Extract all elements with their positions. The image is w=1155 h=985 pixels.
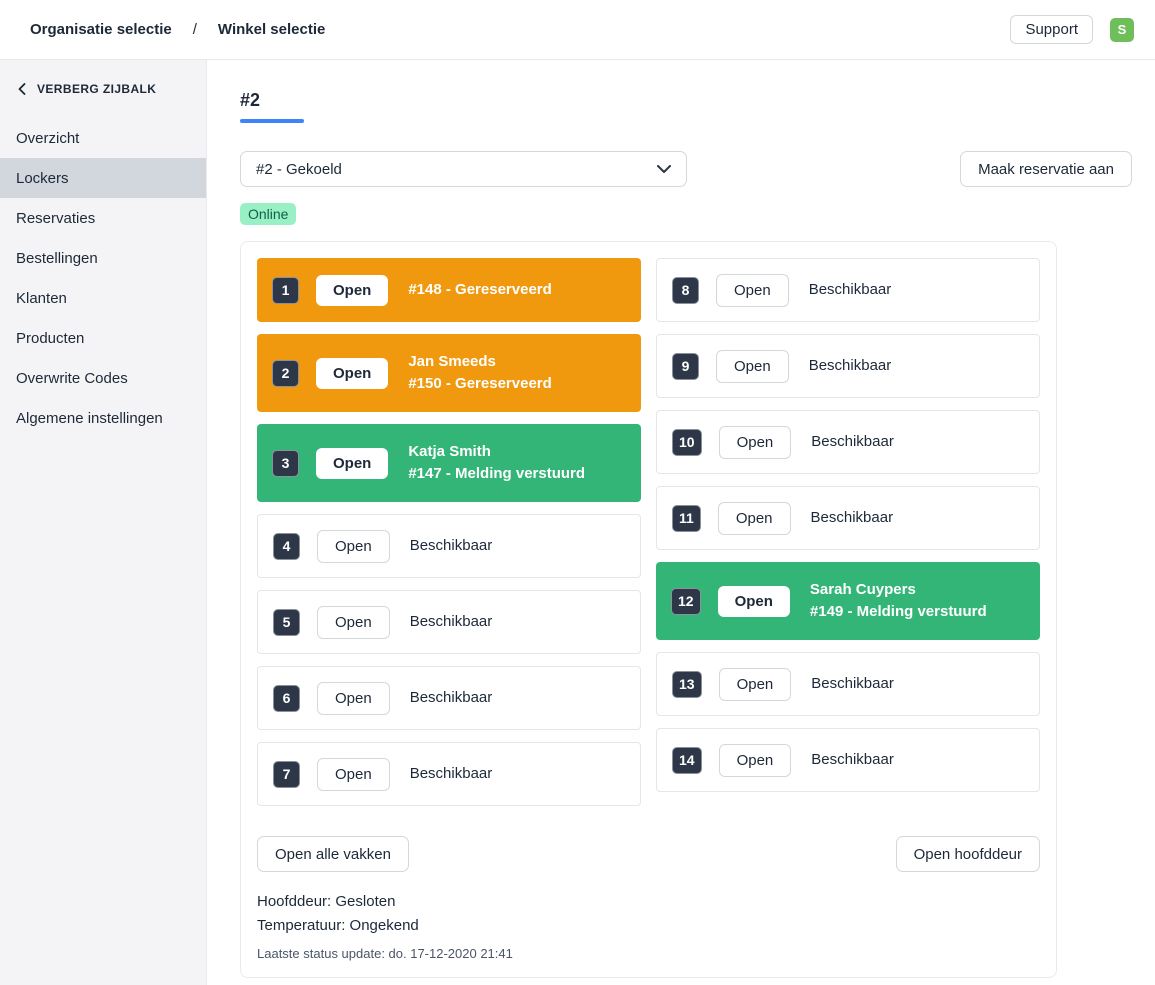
locker-number-badge: 8 xyxy=(672,277,699,304)
open-locker-button[interactable]: Open xyxy=(316,275,388,306)
locker-row-12: 12 Open Sarah Cuypers#149 - Melding verstu… xyxy=(656,562,1040,640)
open-locker-button[interactable]: Open xyxy=(317,758,390,791)
sidebar-item-overzicht[interactable]: Overzicht xyxy=(0,118,206,158)
locker-row-11: 11 Open Beschikbaar xyxy=(656,486,1040,550)
sidebar-item-overwrite-codes[interactable]: Overwrite Codes xyxy=(0,358,206,398)
page-title: #2 xyxy=(240,90,1132,111)
locker-select-value: #2 - Gekoeld xyxy=(256,161,342,178)
locker-row-3: 3 Open Katja Smith#147 - Melding verstuurd xyxy=(257,424,641,502)
locker-status-label: Sarah Cuypers#149 - Melding verstuurd xyxy=(810,579,987,623)
sidebar-menu: OverzichtLockersReservatiesBestellingenK… xyxy=(0,118,206,438)
locker-status-label: Katja Smith#147 - Melding verstuurd xyxy=(408,441,585,485)
open-main-door-button[interactable]: Open hoofddeur xyxy=(896,836,1040,872)
locker-row-13: 13 Open Beschikbaar xyxy=(656,652,1040,716)
locker-status-label: Beschikbaar xyxy=(410,763,493,785)
last-status-update: Laatste status update: do. 17-12-2020 21… xyxy=(257,946,1040,961)
breadcrumb-organisatie[interactable]: Organisatie selectie xyxy=(30,21,172,38)
online-status-badge: Online xyxy=(240,203,296,225)
locker-number-badge: 11 xyxy=(672,505,701,532)
locker-number-badge: 7 xyxy=(273,761,300,788)
open-locker-button[interactable]: Open xyxy=(316,448,388,479)
locker-status-label: Beschikbaar xyxy=(811,673,894,695)
locker-number-badge: 12 xyxy=(671,588,701,615)
open-locker-button[interactable]: Open xyxy=(719,426,792,459)
active-tab-indicator xyxy=(240,119,304,123)
locker-status-label: Jan Smeeds#150 - Gereserveerd xyxy=(408,351,551,395)
open-locker-button[interactable]: Open xyxy=(718,586,790,617)
locker-column-right: 8 Open Beschikbaar 9 Open Beschikbaar 10 Open Be… xyxy=(656,258,1040,806)
open-all-lockers-button[interactable]: Open alle vakken xyxy=(257,836,409,872)
open-locker-button[interactable]: Open xyxy=(719,668,792,701)
breadcrumb-separator: / xyxy=(193,21,197,38)
open-locker-button[interactable]: Open xyxy=(718,502,791,535)
locker-row-9: 9 Open Beschikbaar xyxy=(656,334,1040,398)
sidebar: VERBERG ZIJBALK OverzichtLockersReservat… xyxy=(0,60,207,985)
locker-number-badge: 1 xyxy=(272,277,299,304)
locker-row-14: 14 Open Beschikbaar xyxy=(656,728,1040,792)
locker-row-6: 6 Open Beschikbaar xyxy=(257,666,641,730)
create-reservation-button[interactable]: Maak reservatie aan xyxy=(960,151,1132,187)
locker-number-badge: 13 xyxy=(672,671,702,698)
main-content: #2 #2 - Gekoeld Maak reservatie aan Onli… xyxy=(207,60,1155,985)
locker-row-1: 1 Open #148 - Gereserveerd xyxy=(257,258,641,322)
sidebar-item-reservaties[interactable]: Reservaties xyxy=(0,198,206,238)
locker-card: 1 Open #148 - Gereserveerd 2 Open Jan Smeeds#… xyxy=(240,241,1057,978)
topbar-right: Support S xyxy=(1010,15,1134,44)
sidebar-item-klanten[interactable]: Klanten xyxy=(0,278,206,318)
open-locker-button[interactable]: Open xyxy=(716,274,789,307)
status-block: Hoofddeur: Gesloten Temperatuur: Ongeken… xyxy=(257,890,1040,961)
locker-status-label: Beschikbaar xyxy=(410,611,493,633)
sidebar-item-algemene-instellingen[interactable]: Algemene instellingen xyxy=(0,398,206,438)
open-locker-button[interactable]: Open xyxy=(317,682,390,715)
user-avatar[interactable]: S xyxy=(1110,18,1134,42)
locker-status-label: Beschikbaar xyxy=(809,355,892,377)
open-locker-button[interactable]: Open xyxy=(317,606,390,639)
locker-number-badge: 2 xyxy=(272,360,299,387)
locker-row-8: 8 Open Beschikbaar xyxy=(656,258,1040,322)
locker-row-2: 2 Open Jan Smeeds#150 - Gereserveerd xyxy=(257,334,641,412)
locker-status-label: Beschikbaar xyxy=(811,749,894,771)
open-locker-button[interactable]: Open xyxy=(316,358,388,389)
locker-number-badge: 3 xyxy=(272,450,299,477)
locker-number-badge: 10 xyxy=(672,429,702,456)
hide-sidebar-label: VERBERG ZIJBALK xyxy=(37,82,156,96)
chevron-left-icon xyxy=(18,83,26,95)
sidebar-item-producten[interactable]: Producten xyxy=(0,318,206,358)
locker-status-label: Beschikbaar xyxy=(809,279,892,301)
breadcrumb-winkel[interactable]: Winkel selectie xyxy=(218,21,325,38)
chevron-down-icon xyxy=(657,165,671,174)
locker-number-badge: 9 xyxy=(672,353,699,380)
locker-status-label: Beschikbaar xyxy=(811,507,894,529)
locker-number-badge: 14 xyxy=(672,747,702,774)
locker-status-label: Beschikbaar xyxy=(410,535,493,557)
open-locker-button[interactable]: Open xyxy=(719,744,792,777)
locker-column-left: 1 Open #148 - Gereserveerd 2 Open Jan Smeeds#… xyxy=(257,258,641,806)
locker-select[interactable]: #2 - Gekoeld xyxy=(240,151,687,187)
top-bar: Organisatie selectie / Winkel selectie S… xyxy=(0,0,1155,60)
locker-status-label: Beschikbaar xyxy=(410,687,493,709)
locker-number-badge: 5 xyxy=(273,609,300,636)
main-door-status: Hoofddeur: Gesloten xyxy=(257,890,1040,914)
sidebar-item-bestellingen[interactable]: Bestellingen xyxy=(0,238,206,278)
locker-number-badge: 4 xyxy=(273,533,300,560)
open-locker-button[interactable]: Open xyxy=(716,350,789,383)
breadcrumb: Organisatie selectie / Winkel selectie xyxy=(30,21,325,38)
locker-status-label: #148 - Gereserveerd xyxy=(408,279,551,301)
locker-number-badge: 6 xyxy=(273,685,300,712)
locker-row-10: 10 Open Beschikbaar xyxy=(656,410,1040,474)
locker-row-5: 5 Open Beschikbaar xyxy=(257,590,641,654)
temperature-status: Temperatuur: Ongekend xyxy=(257,914,1040,938)
hide-sidebar-button[interactable]: VERBERG ZIJBALK xyxy=(0,82,206,96)
sidebar-item-lockers[interactable]: Lockers xyxy=(0,158,206,198)
locker-row-7: 7 Open Beschikbaar xyxy=(257,742,641,806)
open-locker-button[interactable]: Open xyxy=(317,530,390,563)
locker-status-label: Beschikbaar xyxy=(811,431,894,453)
support-button[interactable]: Support xyxy=(1010,15,1093,44)
locker-row-4: 4 Open Beschikbaar xyxy=(257,514,641,578)
